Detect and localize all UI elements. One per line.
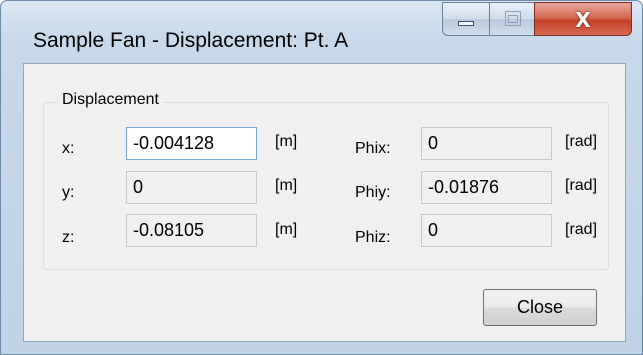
phiy-label: Phiy: — [355, 184, 391, 201]
y-label: y: — [62, 184, 75, 201]
x-unit: [m] — [275, 133, 298, 150]
phiy-unit: [rad] — [565, 177, 598, 194]
close-icon: X — [575, 8, 591, 32]
maximize-icon — [505, 11, 521, 26]
phiy-value-field[interactable]: -0.01876 — [421, 171, 552, 204]
x-value-field[interactable]: -0.004128 — [126, 127, 257, 160]
close-window-button[interactable]: X — [534, 2, 632, 36]
title-bar[interactable]: Sample Fan - Displacement: Pt. A X — [1, 1, 642, 63]
z-value-field[interactable]: -0.08105 — [126, 214, 257, 247]
phiz-unit: [rad] — [565, 221, 598, 238]
y-unit: [m] — [275, 177, 298, 194]
group-title: Displacement — [58, 91, 163, 109]
dialog-window: Sample Fan - Displacement: Pt. A X Displ… — [0, 0, 643, 355]
phiz-label: Phiz: — [355, 229, 391, 246]
minimize-icon — [458, 21, 474, 26]
z-unit: [m] — [275, 221, 298, 238]
y-value-field[interactable]: 0 — [126, 171, 257, 204]
minimize-button[interactable] — [442, 2, 490, 36]
maximize-button — [489, 2, 535, 36]
close-button[interactable]: Close — [483, 289, 597, 326]
window-title: Sample Fan - Displacement: Pt. A — [33, 29, 349, 52]
phix-label: Phix: — [355, 140, 391, 157]
caption-buttons: X — [442, 2, 632, 38]
dialog-client-area: Displacement x: -0.004128 [m] y: 0 [m] z… — [23, 63, 626, 342]
displacement-groupbox: Displacement x: -0.004128 [m] y: 0 [m] z… — [43, 91, 609, 270]
x-label: x: — [62, 140, 75, 157]
phix-value-field[interactable]: 0 — [421, 127, 552, 160]
phiz-value-field[interactable]: 0 — [421, 214, 552, 247]
z-label: z: — [62, 229, 75, 246]
phix-unit: [rad] — [565, 133, 598, 150]
